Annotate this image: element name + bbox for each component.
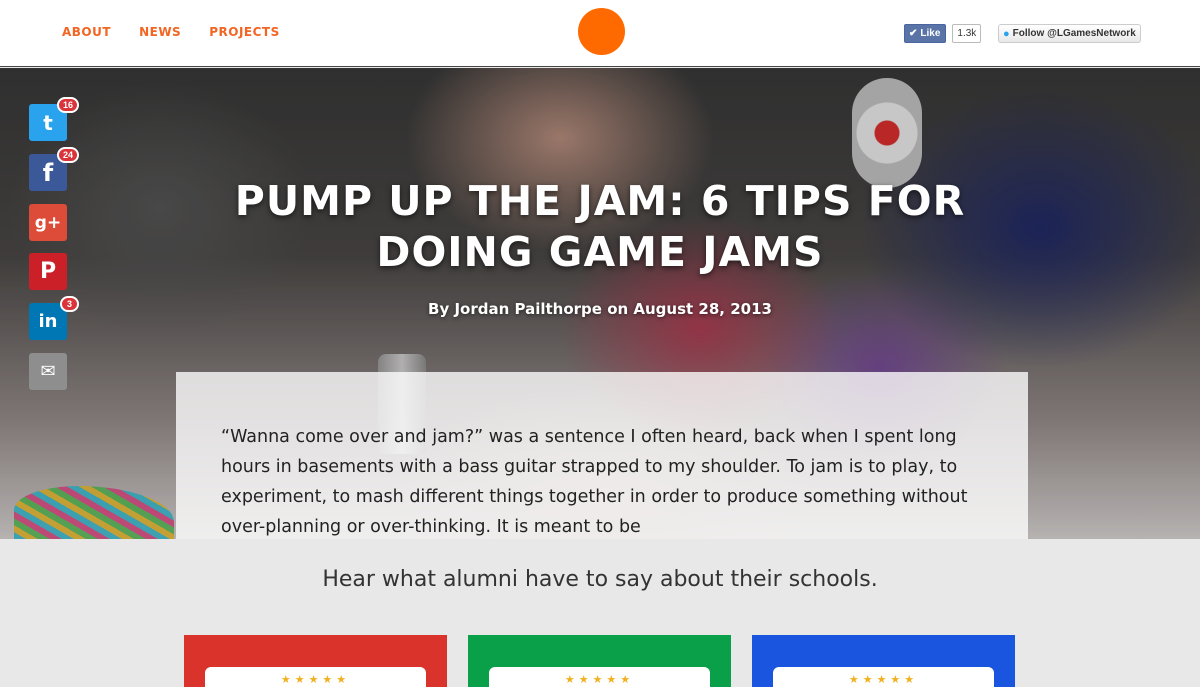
hero-image: PUMP UP THE JAM: 6 TIPS FOR DOING GAME J… <box>0 68 1200 539</box>
twitter-follow-button[interactable]: ● Follow @LGamesNetwork <box>998 24 1141 43</box>
twitter-bird-icon: ● <box>1003 27 1010 40</box>
twitter-follow-label: Follow @LGamesNetwork <box>1012 28 1136 39</box>
twitter-share-button[interactable]: t 16 <box>29 97 79 141</box>
alumni-tagline: Hear what alumni have to say about their… <box>322 567 878 592</box>
review-card[interactable]: ★★★★★ <box>184 635 447 687</box>
nav-projects[interactable]: PROJECTS <box>209 25 280 39</box>
facebook-icon: f <box>42 158 54 187</box>
linkedin-share-button[interactable]: in 3 <box>29 296 79 340</box>
review-card[interactable]: ★★★★★ <box>468 635 731 687</box>
article-excerpt-text: “Wanna come over and jam?” was a sentenc… <box>221 427 968 537</box>
rating-stars-icon: ★★★★★ <box>280 673 351 686</box>
site-logo[interactable] <box>578 8 625 55</box>
pinterest-icon: P <box>39 259 57 284</box>
review-card[interactable]: ★★★★★ <box>752 635 1015 687</box>
article-excerpt-panel: “Wanna come over and jam?” was a sentenc… <box>176 372 1028 539</box>
facebook-like-button[interactable]: ✔ Like <box>904 24 947 43</box>
email-icon: ✉ <box>40 361 56 382</box>
nav-about[interactable]: ABOUT <box>62 25 111 39</box>
nav-news[interactable]: NEWS <box>139 25 181 39</box>
review-card-body: ★★★★★ <box>773 667 994 687</box>
thumbs-up-icon: ✔ <box>909 28 918 39</box>
facebook-like-label: Like <box>920 28 941 39</box>
alumni-section: Hear what alumni have to say about their… <box>0 539 1200 687</box>
facebook-like-count: 1.3k <box>952 24 982 43</box>
googleplus-icon: g+ <box>34 212 62 233</box>
facebook-share-button[interactable]: f 24 <box>29 147 79 191</box>
twitter-share-count: 16 <box>56 97 79 113</box>
article-byline: By Jordan Pailthorpe on August 28, 2013 <box>428 300 772 318</box>
article-title: PUMP UP THE JAM: 6 TIPS FOR DOING GAME J… <box>234 177 966 276</box>
linkedin-icon: in <box>38 311 58 332</box>
twitter-icon: t <box>43 110 53 135</box>
googleplus-share-button[interactable]: g+ <box>29 204 67 241</box>
pinterest-share-button[interactable]: P <box>29 253 67 290</box>
review-card-body: ★★★★★ <box>205 667 426 687</box>
rating-stars-icon: ★★★★★ <box>848 673 919 686</box>
site-header: ABOUT NEWS PROJECTS ✔ Like 1.3k ● Follow… <box>0 0 1200 67</box>
facebook-like-widget: ✔ Like 1.3k <box>904 24 982 43</box>
main-nav: ABOUT NEWS PROJECTS <box>62 25 280 39</box>
linkedin-share-count: 3 <box>60 296 79 312</box>
facebook-share-count: 24 <box>56 147 79 163</box>
review-card-body: ★★★★★ <box>489 667 710 687</box>
rating-stars-icon: ★★★★★ <box>564 673 635 686</box>
email-share-button[interactable]: ✉ <box>29 353 67 390</box>
